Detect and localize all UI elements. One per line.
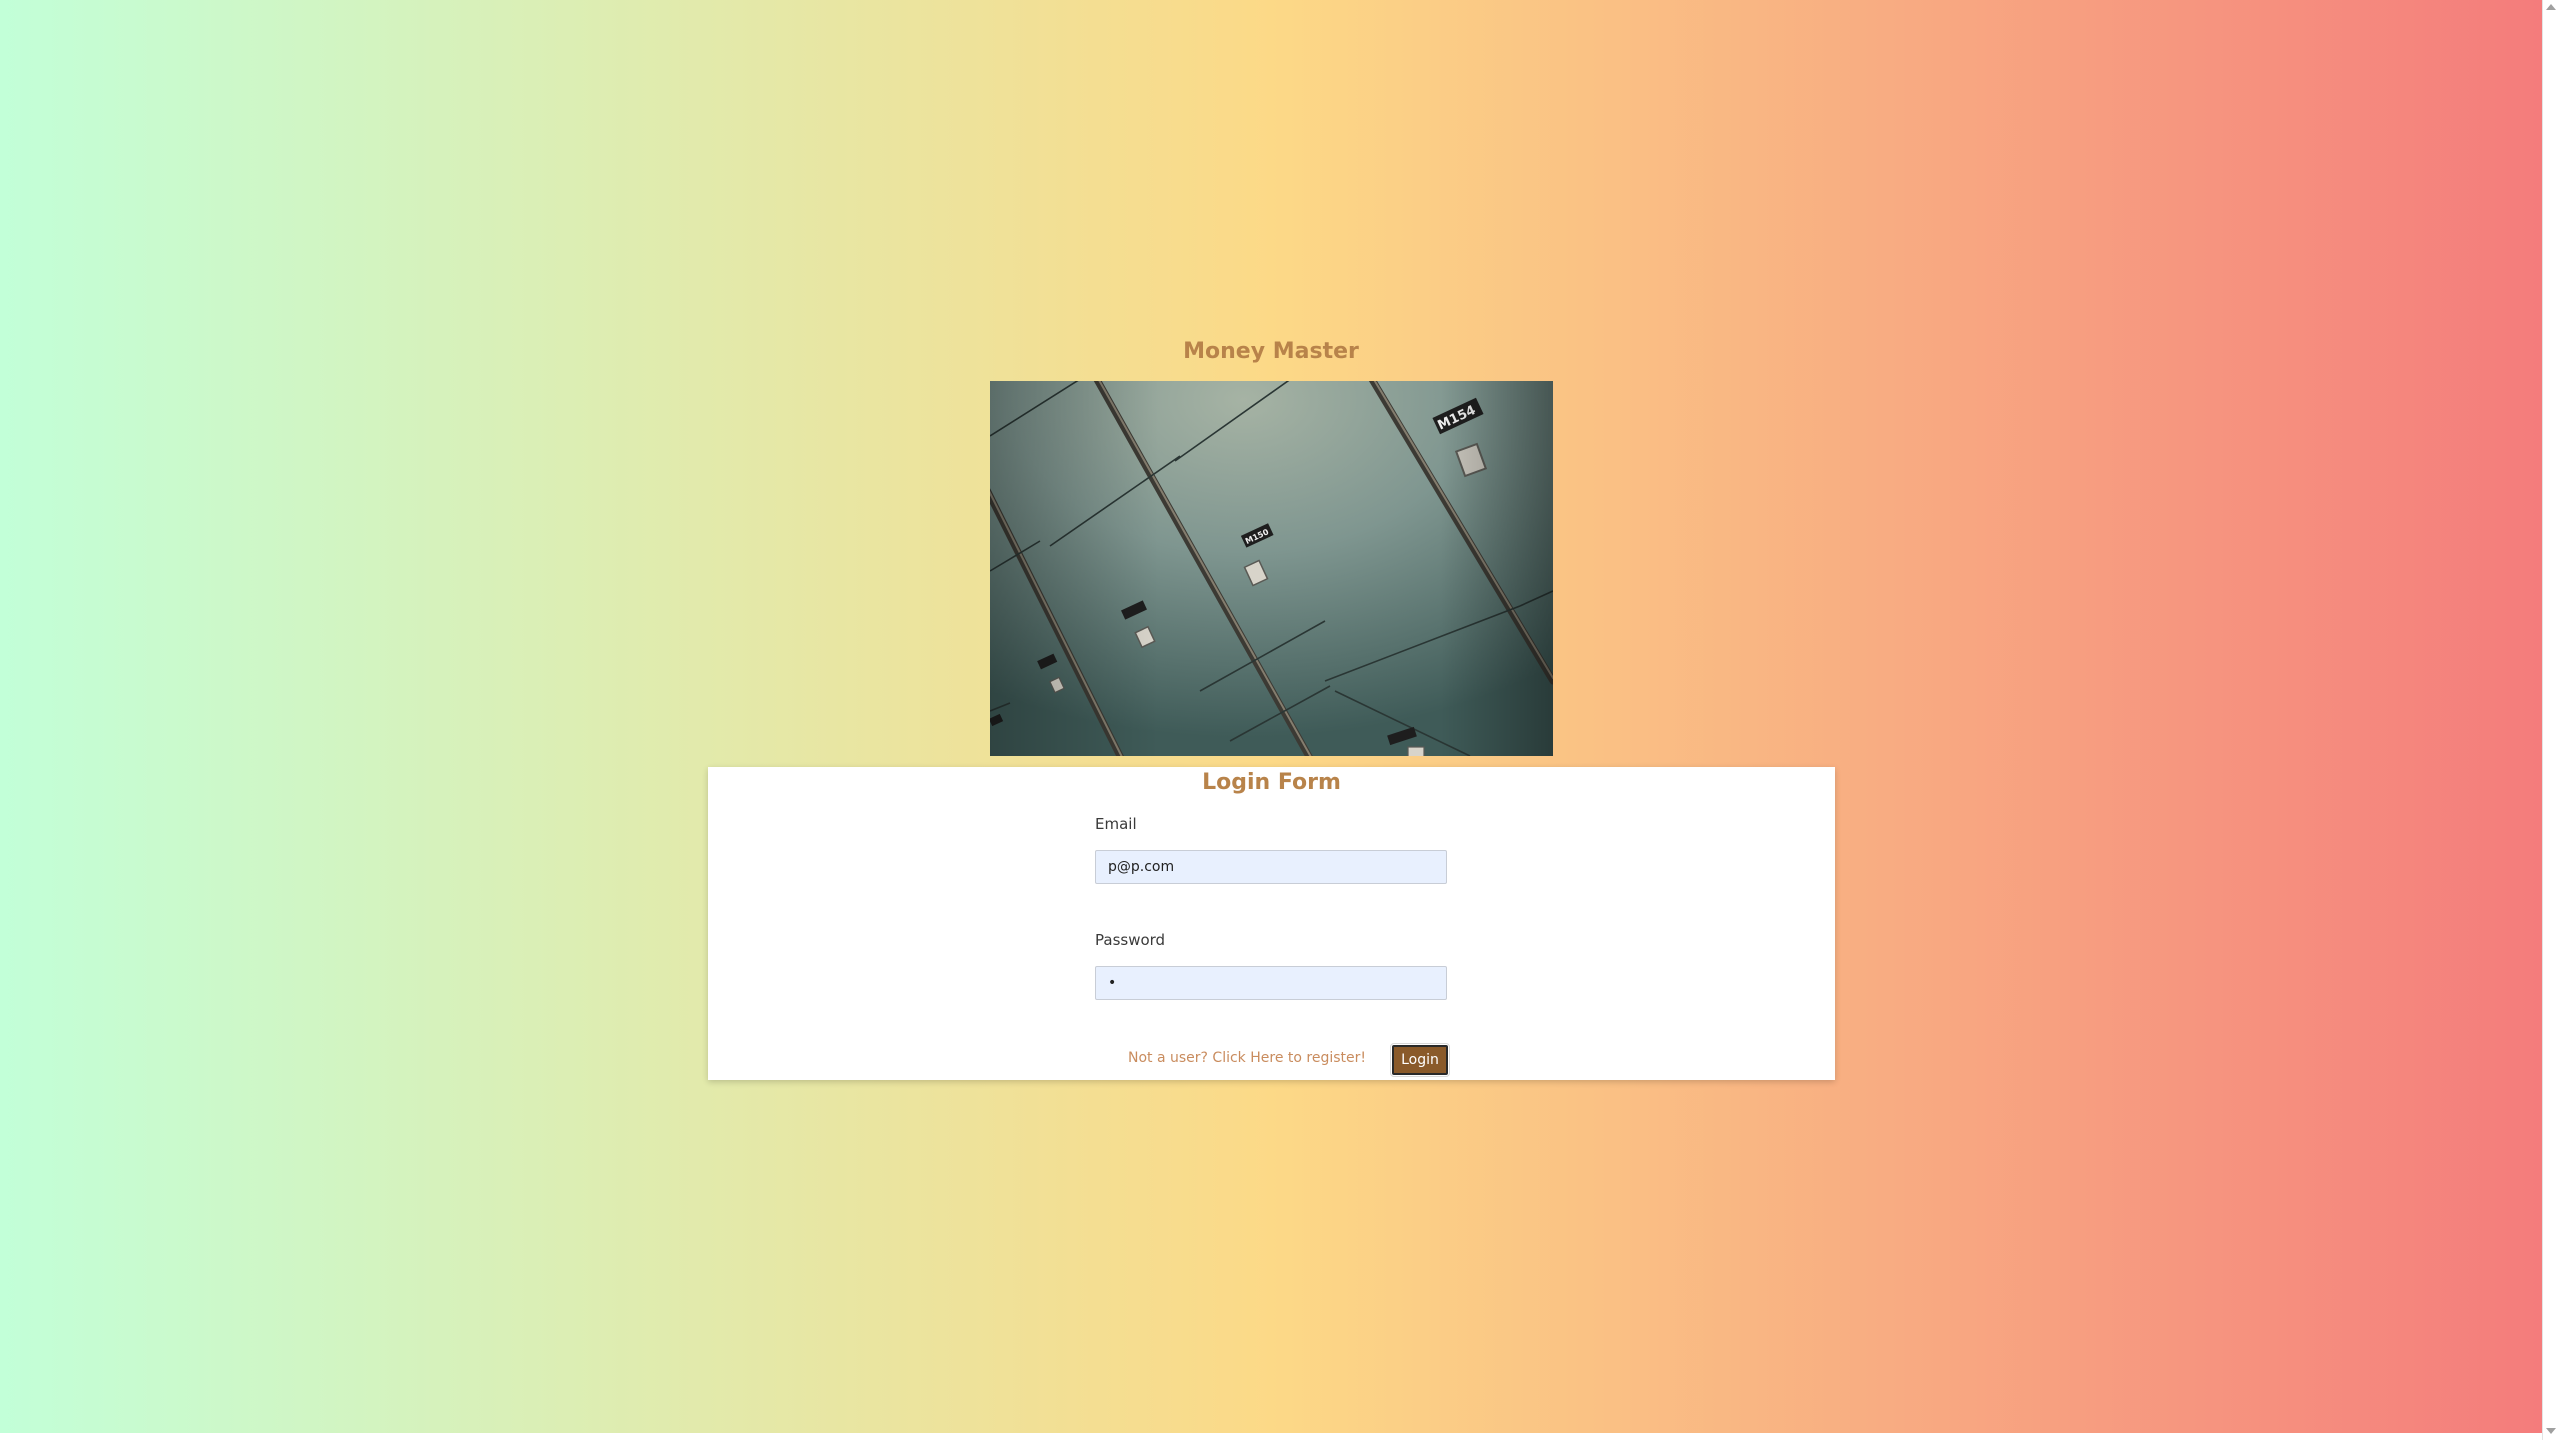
vertical-scrollbar[interactable] xyxy=(2542,0,2560,1440)
scroll-up-arrow-icon[interactable] xyxy=(2546,4,2556,10)
register-link[interactable]: Not a user? Click Here to register! xyxy=(1128,1049,1388,1067)
email-label: Email xyxy=(1095,815,1137,833)
app-title: Money Master xyxy=(1183,339,1359,364)
password-label: Password xyxy=(1095,931,1166,949)
login-form-title: Login Form xyxy=(1202,770,1341,795)
login-button[interactable]: Login xyxy=(1390,1043,1450,1077)
scroll-down-arrow-icon[interactable] xyxy=(2546,1428,2556,1434)
page-background: Money Master Login Form Email p@p.com Pa… xyxy=(0,0,2542,1433)
password-field[interactable] xyxy=(1095,966,1447,1000)
login-form-card: Login Form Email Password Not a user? Cl… xyxy=(708,767,1835,1080)
hero-locker-image: M154 M150 xyxy=(990,381,1553,756)
email-field[interactable] xyxy=(1095,850,1447,884)
